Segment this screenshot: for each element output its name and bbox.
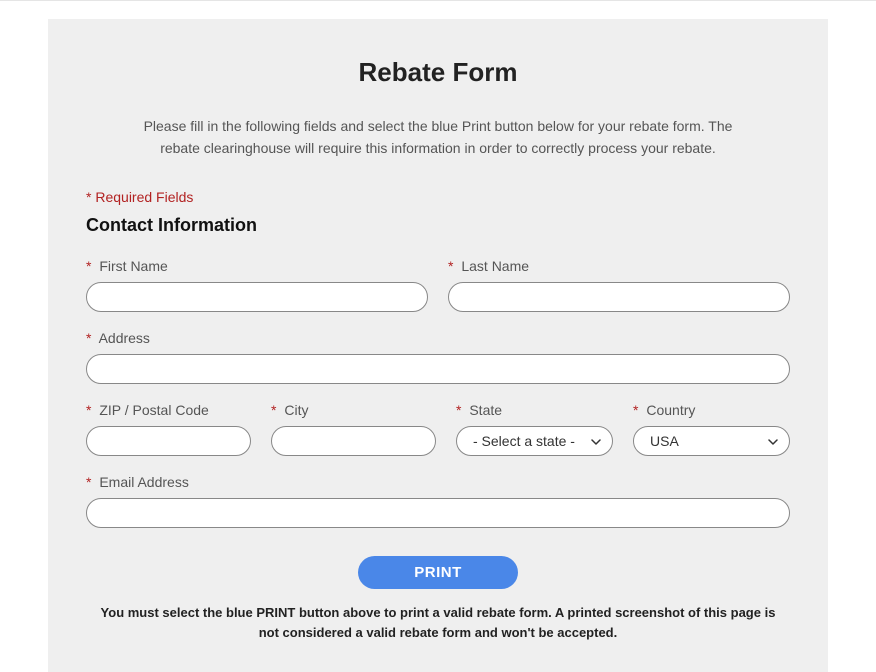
asterisk-icon: * xyxy=(86,258,91,274)
asterisk-icon: * xyxy=(456,402,461,418)
label-country: * Country xyxy=(633,402,790,418)
label-text: State xyxy=(469,402,502,418)
intro-text: Please fill in the following fields and … xyxy=(138,116,738,159)
country-select[interactable]: USA xyxy=(633,426,790,456)
label-last-name: * Last Name xyxy=(448,258,790,274)
required-fields-note: * Required Fields xyxy=(86,189,790,205)
label-text: City xyxy=(284,402,308,418)
row-name: * First Name * Last Name xyxy=(86,258,790,312)
first-name-input[interactable] xyxy=(86,282,428,312)
asterisk-icon: * xyxy=(448,258,453,274)
label-text: ZIP / Postal Code xyxy=(99,402,208,418)
field-email: * Email Address xyxy=(86,474,790,528)
label-city: * City xyxy=(271,402,436,418)
page-wrap: Rebate Form Please fill in the following… xyxy=(0,0,876,672)
label-state: * State xyxy=(456,402,613,418)
rebate-form-container: Rebate Form Please fill in the following… xyxy=(48,19,828,672)
label-address: * Address xyxy=(86,330,790,346)
last-name-input[interactable] xyxy=(448,282,790,312)
field-address: * Address xyxy=(86,330,790,384)
row-email: * Email Address xyxy=(86,474,790,528)
row-address: * Address xyxy=(86,330,790,384)
asterisk-icon: * xyxy=(86,474,91,490)
page-title: Rebate Form xyxy=(86,57,790,88)
state-select[interactable]: - Select a state - xyxy=(456,426,613,456)
section-contact-heading: Contact Information xyxy=(86,215,790,236)
label-text: Email Address xyxy=(99,474,188,490)
asterisk-icon: * xyxy=(86,402,91,418)
field-first-name: * First Name xyxy=(86,258,428,312)
label-first-name: * First Name xyxy=(86,258,428,274)
field-country: * Country USA xyxy=(633,402,790,456)
field-last-name: * Last Name xyxy=(448,258,790,312)
label-zip: * ZIP / Postal Code xyxy=(86,402,251,418)
field-zip: * ZIP / Postal Code xyxy=(86,402,251,456)
row-location: * ZIP / Postal Code * City * State xyxy=(86,402,790,456)
field-state: * State - Select a state - xyxy=(456,402,613,456)
label-text: Address xyxy=(99,330,150,346)
label-text: First Name xyxy=(99,258,167,274)
label-text: Last Name xyxy=(461,258,529,274)
label-text: Country xyxy=(646,402,695,418)
asterisk-icon: * xyxy=(86,189,91,205)
field-city: * City xyxy=(271,402,436,456)
required-fields-label: Required Fields xyxy=(95,189,193,205)
asterisk-icon: * xyxy=(271,402,276,418)
address-input[interactable] xyxy=(86,354,790,384)
asterisk-icon: * xyxy=(633,402,638,418)
email-input[interactable] xyxy=(86,498,790,528)
print-button[interactable]: PRINT xyxy=(358,556,518,589)
disclaimer-text: You must select the blue PRINT button ab… xyxy=(98,603,778,642)
label-email: * Email Address xyxy=(86,474,790,490)
print-row: PRINT xyxy=(86,556,790,589)
city-input[interactable] xyxy=(271,426,436,456)
zip-input[interactable] xyxy=(86,426,251,456)
asterisk-icon: * xyxy=(86,330,91,346)
